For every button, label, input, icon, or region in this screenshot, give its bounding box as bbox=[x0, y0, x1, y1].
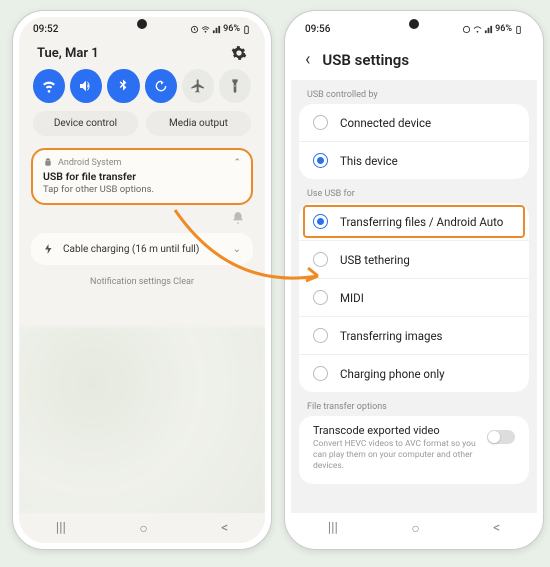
nav-bar: ||| ○ < bbox=[19, 513, 265, 543]
tile-wifi[interactable] bbox=[33, 69, 65, 103]
airplane-icon bbox=[190, 78, 206, 94]
status-time: 09:56 bbox=[305, 24, 330, 35]
status-time: 09:52 bbox=[33, 24, 58, 35]
battery-icon bbox=[514, 25, 523, 34]
tile-airplane[interactable] bbox=[182, 69, 214, 103]
notification-app: Android System bbox=[58, 158, 121, 168]
radio-icon bbox=[313, 252, 328, 267]
status-bar: 09:52 96% bbox=[19, 17, 265, 41]
transcode-desc: Convert HEVC videos to AVC format so you… bbox=[313, 439, 477, 472]
bluetooth-icon bbox=[115, 78, 131, 94]
status-icons: 96% bbox=[462, 24, 523, 34]
status-bar: 09:56 96% bbox=[291, 17, 537, 41]
back-button[interactable]: ‹ bbox=[305, 49, 310, 70]
radio-icon bbox=[313, 115, 328, 130]
charging-notification[interactable]: Cable charging (16 m until full) ⌄ bbox=[31, 233, 253, 265]
option-connected-device[interactable]: Connected device bbox=[299, 104, 529, 141]
gear-icon[interactable] bbox=[231, 45, 247, 61]
option-transferring-images[interactable]: Transferring images bbox=[299, 316, 529, 354]
qs-date: Tue, Mar 1 bbox=[37, 46, 99, 61]
option-this-device[interactable]: This device bbox=[299, 141, 529, 179]
nav-back[interactable]: < bbox=[221, 520, 228, 536]
wifi-icon bbox=[41, 78, 57, 94]
alarm-icon bbox=[190, 25, 199, 34]
radio-icon bbox=[313, 366, 328, 381]
tile-sound[interactable] bbox=[70, 69, 102, 103]
radio-icon bbox=[313, 214, 328, 229]
wifi-icon bbox=[201, 25, 210, 34]
option-label: Transferring files / Android Auto bbox=[340, 215, 503, 229]
usb-notification[interactable]: Android System ⌃ USB for file transfer T… bbox=[31, 148, 253, 205]
page-header: ‹ USB settings bbox=[291, 41, 537, 80]
option-label: Transferring images bbox=[340, 329, 443, 343]
section-controlled-by: USB controlled by bbox=[291, 80, 537, 104]
option-label: USB tethering bbox=[340, 253, 410, 267]
transcode-toggle[interactable] bbox=[487, 430, 515, 444]
nav-recents[interactable]: ||| bbox=[56, 520, 66, 536]
alarm-icon bbox=[462, 25, 471, 34]
use-usb-group: Transferring files / Android Auto USB te… bbox=[299, 203, 529, 392]
tile-bluetooth[interactable] bbox=[107, 69, 139, 103]
notification-footer[interactable]: Notification settings Clear bbox=[19, 271, 265, 293]
nav-home[interactable]: ○ bbox=[139, 520, 147, 537]
transcode-title: Transcode exported video bbox=[313, 424, 477, 437]
transcode-row[interactable]: Transcode exported video Convert HEVC vi… bbox=[299, 416, 529, 484]
status-battery: 96% bbox=[223, 24, 240, 34]
chevron-up-icon: ⌃ bbox=[233, 158, 241, 168]
option-midi[interactable]: MIDI bbox=[299, 278, 529, 316]
battery-icon bbox=[242, 25, 251, 34]
radio-icon bbox=[313, 328, 328, 343]
nav-bar: ||| ○ < bbox=[291, 513, 537, 543]
option-label: Connected device bbox=[340, 116, 431, 130]
phone-notification-shade: 09:52 96% Tue, Mar 1 Device control Medi… bbox=[12, 10, 272, 550]
option-charging-only[interactable]: Charging phone only bbox=[299, 354, 529, 392]
signal-icon bbox=[484, 25, 493, 34]
option-label: This device bbox=[340, 154, 398, 168]
section-use-usb-for: Use USB for bbox=[291, 179, 537, 203]
bell-icon bbox=[231, 211, 245, 225]
option-label: Charging phone only bbox=[340, 367, 445, 381]
wallpaper-blur bbox=[19, 327, 265, 515]
android-icon bbox=[43, 158, 53, 168]
status-icons: 96% bbox=[190, 24, 251, 34]
bolt-icon bbox=[43, 243, 55, 255]
nav-back[interactable]: < bbox=[493, 520, 500, 536]
signal-icon bbox=[212, 25, 221, 34]
media-output-button[interactable]: Media output bbox=[146, 111, 251, 136]
rotate-icon bbox=[153, 78, 169, 94]
option-transferring-files[interactable]: Transferring files / Android Auto bbox=[299, 203, 529, 240]
notification-title: USB for file transfer bbox=[43, 170, 241, 183]
charging-text: Cable charging (16 m until full) bbox=[63, 244, 199, 255]
option-label: MIDI bbox=[340, 291, 364, 305]
quick-settings-tiles bbox=[19, 67, 265, 111]
qs-buttons: Device control Media output bbox=[19, 111, 265, 144]
option-usb-tethering[interactable]: USB tethering bbox=[299, 240, 529, 278]
nav-home[interactable]: ○ bbox=[411, 520, 419, 537]
qs-header: Tue, Mar 1 bbox=[19, 41, 265, 67]
phone-usb-settings: 09:56 96% ‹ USB settings USB controlled … bbox=[284, 10, 544, 550]
chevron-down-icon: ⌄ bbox=[233, 244, 241, 255]
wifi-icon bbox=[473, 25, 482, 34]
silent-indicator bbox=[19, 209, 265, 227]
nav-recents[interactable]: ||| bbox=[328, 520, 338, 536]
device-control-button[interactable]: Device control bbox=[33, 111, 138, 136]
tile-flashlight[interactable] bbox=[219, 69, 251, 103]
tile-rotate[interactable] bbox=[145, 69, 177, 103]
flashlight-icon bbox=[227, 78, 243, 94]
section-file-transfer-options: File transfer options bbox=[291, 392, 537, 416]
controlled-by-group: Connected device This device bbox=[299, 104, 529, 179]
status-battery: 96% bbox=[495, 24, 512, 34]
notification-body: Tap for other USB options. bbox=[43, 184, 241, 195]
page-title: USB settings bbox=[322, 51, 409, 69]
radio-icon bbox=[313, 153, 328, 168]
radio-icon bbox=[313, 290, 328, 305]
sound-icon bbox=[78, 78, 94, 94]
